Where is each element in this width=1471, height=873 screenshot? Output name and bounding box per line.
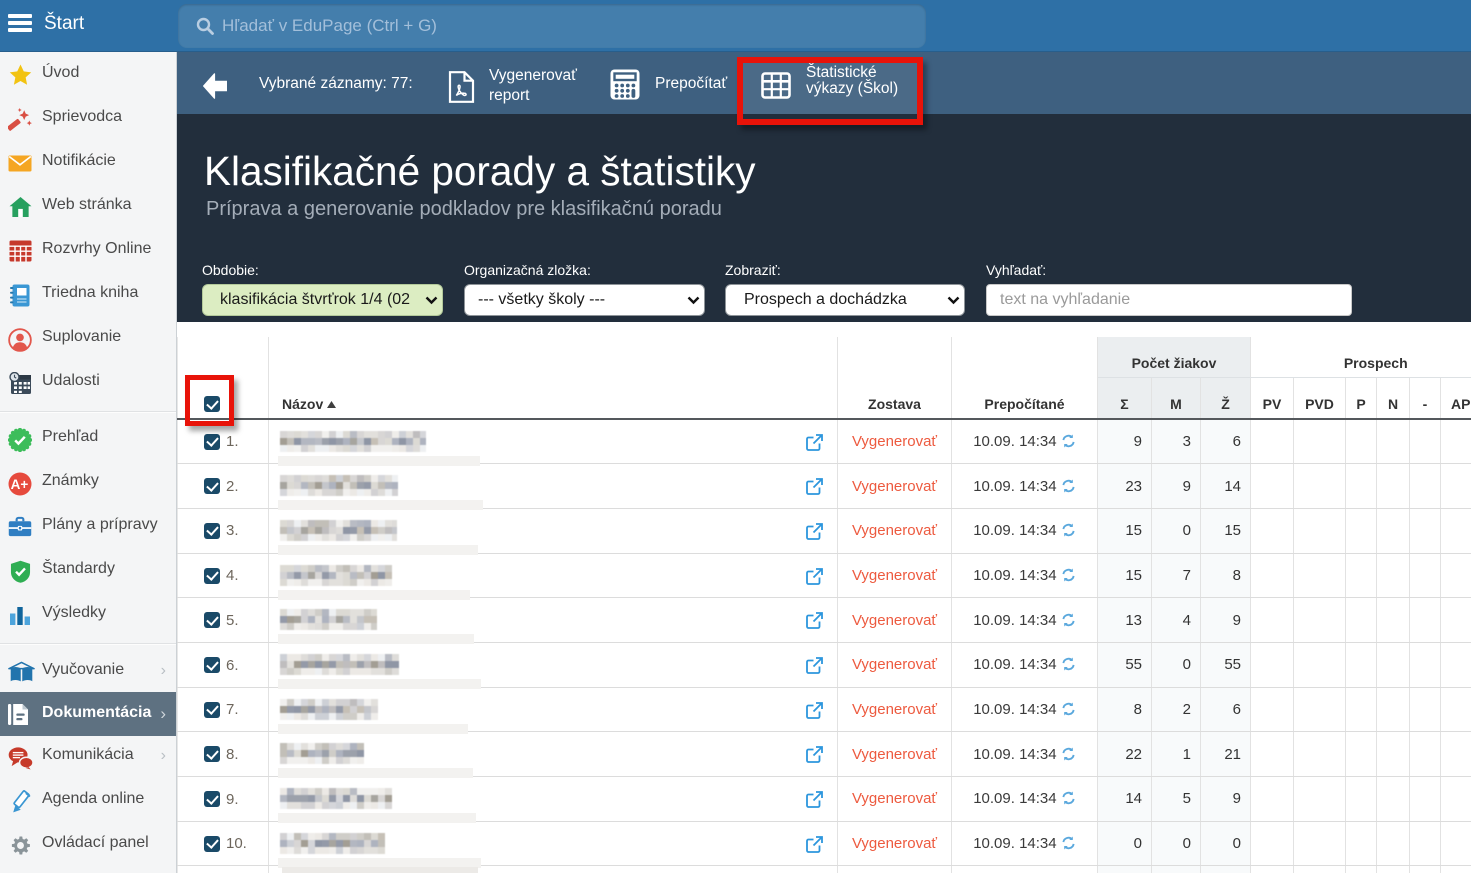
- svg-text:A+: A+: [11, 477, 29, 492]
